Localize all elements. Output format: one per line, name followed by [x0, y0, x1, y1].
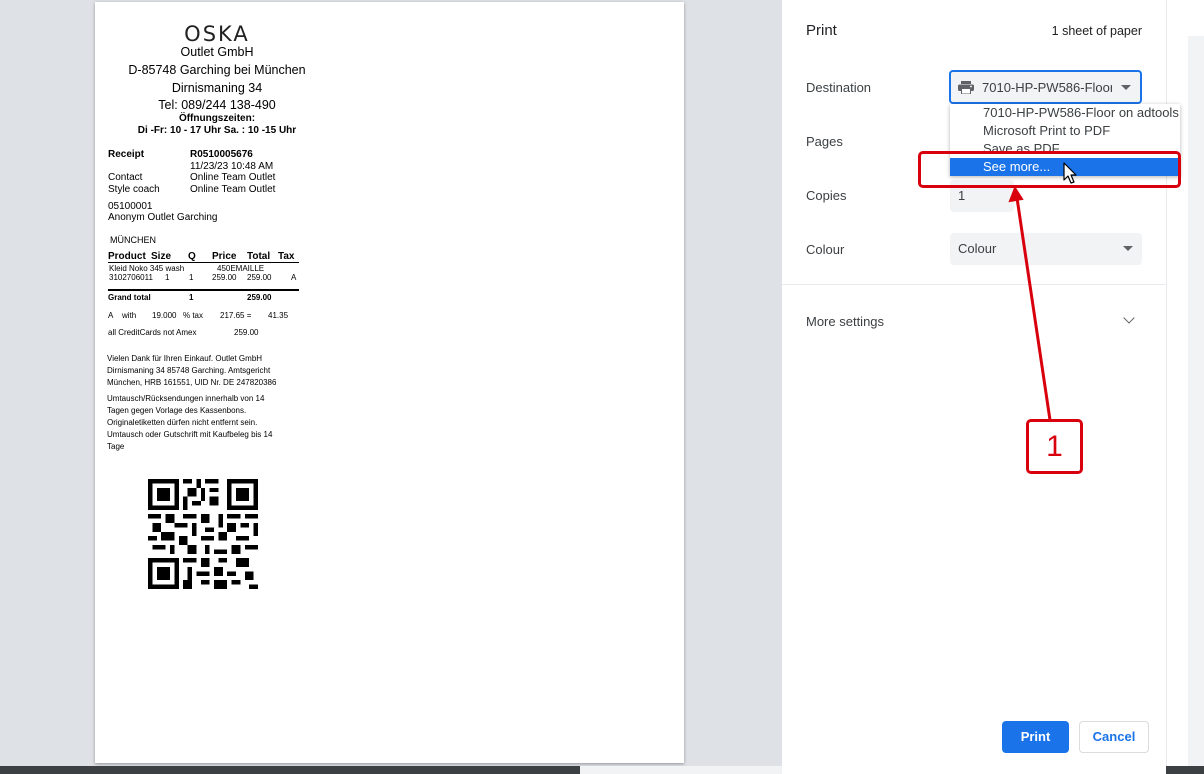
destination-value: 7010-HP-PW586-Floor on adtools: [982, 80, 1112, 95]
receipt-contact-label: Contact: [108, 172, 143, 183]
chevron-down-icon: [1121, 85, 1131, 90]
receipt-header-line: D-85748 Garching bei München: [128, 63, 306, 77]
receipt-footer-line: Umtausch/Rücksendungen innerhalb von 14: [107, 394, 265, 403]
cancel-button[interactable]: Cancel: [1079, 721, 1149, 753]
receipt-tax-cat: A: [108, 311, 114, 320]
panel-title: Print: [806, 22, 837, 39]
receipt-item-tax: A: [291, 273, 297, 282]
destination-option-printer[interactable]: 7010-HP-PW586-Floor on adtools: [950, 104, 1180, 122]
receipt-col-total: Total: [247, 251, 271, 262]
receipt-qr-code: [148, 479, 258, 589]
receipt-tax-net: 217.65 =: [220, 311, 252, 320]
receipt-col-product: Product: [108, 251, 146, 262]
receipt-item-qty: 1: [189, 273, 194, 282]
receipt-page-preview: OSKA Outlet GmbH D-85748 Garching bei Mü…: [95, 2, 684, 763]
scrollbar[interactable]: [1188, 36, 1204, 766]
receipt-logo: OSKA: [184, 22, 250, 46]
receipt-label: Receipt: [108, 149, 145, 160]
receipt-col-price: Price: [212, 251, 237, 262]
receipt-footer-line: Umtausch oder Gutschrift mit Kaufbeleg b…: [107, 430, 273, 439]
receipt-grand-total-qty: 1: [189, 293, 194, 302]
receipt-datetime: 11/23/23 10:48 AM: [190, 161, 274, 172]
receipt-customer-name: Anonym Outlet Garching: [108, 212, 218, 223]
receipt-coach-label: Style coach: [108, 184, 160, 195]
receipt-tax-rate: 19.000: [152, 311, 177, 320]
receipt-hours-title: Öffnungszeiten:: [178, 113, 256, 124]
receipt-number: R0510005676: [190, 149, 253, 160]
receipt-item-sku: 3102706011: [109, 273, 153, 282]
more-settings-toggle[interactable]: More settings: [806, 314, 884, 329]
receipt-item-name: Kleid Noko 345 wash: [109, 264, 185, 273]
copies-label: Copies: [806, 188, 847, 203]
receipt-payment-label: all CreditCards not Amex: [108, 328, 197, 337]
chevron-down-icon: [1123, 246, 1133, 251]
receipt-footer-line: Dirnismaning 34 85748 Garching. Amtsgeri…: [107, 366, 271, 375]
receipt-footer-line: Tagen gegen Vorlage des Kassenbons.: [107, 406, 247, 415]
destination-option-ms-pdf[interactable]: Microsoft Print to PDF: [950, 122, 1180, 140]
section-divider: [782, 284, 1166, 285]
sheet-count: 1 sheet of paper: [1051, 24, 1142, 38]
receipt-city: MÜNCHEN: [110, 235, 156, 245]
colour-label: Colour: [806, 242, 845, 257]
annotation-callout: 1: [1026, 419, 1083, 474]
receipt-item-total: 259.00: [247, 273, 272, 282]
chevron-down-icon[interactable]: [1123, 312, 1135, 324]
receipt-footer-line: Vielen Dank für Ihren Einkauf. Outlet Gm…: [107, 354, 263, 363]
annotation-highlight-box: [918, 151, 1181, 188]
receipt-col-qty: Q: [188, 251, 196, 262]
pages-label: Pages: [806, 134, 843, 149]
receipt-payment-value: 259.00: [234, 328, 259, 337]
receipt-contact-value: Online Team Outlet: [190, 172, 276, 183]
receipt-total-rule: [108, 289, 299, 291]
receipt-grand-total-value: 259.00: [247, 293, 272, 302]
colour-select[interactable]: Colour: [950, 233, 1142, 265]
receipt-hours: Di -Fr: 10 - 17 Uhr Sa. : 10 -15 Uhr: [137, 125, 297, 136]
receipt-item-size: 1: [165, 273, 170, 282]
receipt-item-price: 259.00: [212, 273, 237, 282]
print-preview-area: OSKA Outlet GmbH D-85748 Garching bei Mü…: [0, 0, 780, 774]
receipt-header-line: Tel: 089/244 138-490: [158, 98, 276, 112]
receipt-footer-line: Tage: [107, 442, 125, 451]
receipt-tax-percent: % tax: [183, 311, 204, 320]
print-button[interactable]: Print: [1002, 721, 1069, 753]
receipt-tax-with: with: [122, 311, 137, 320]
receipt-grand-total-label: Grand total: [108, 293, 151, 302]
receipt-item-color: 450EMAILLE: [217, 264, 265, 273]
receipt-col-size: Size: [151, 251, 172, 262]
colour-value: Colour: [958, 241, 997, 256]
receipt-coach-value: Online Team Outlet: [190, 184, 276, 195]
receipt-header-line: Outlet GmbH: [180, 45, 254, 59]
destination-select[interactable]: 7010-HP-PW586-Floor on adtools: [949, 70, 1142, 104]
receipt-tax-amount: 41.35: [268, 311, 289, 320]
receipt-footer-line: Originaletiketten dürfen nicht entfernt …: [107, 418, 258, 427]
receipt-footer-line: München, HRB 161551, UID Nr. DE 24782038…: [107, 378, 277, 387]
destination-label: Destination: [806, 80, 872, 95]
receipt-col-tax: Tax: [278, 251, 295, 262]
printer-icon: [958, 81, 974, 94]
receipt-header-line: Dirnismaning 34: [171, 81, 263, 95]
receipt-header-rule: [108, 262, 299, 263]
copies-value: 1: [958, 188, 966, 203]
receipt-customer-number: 05100001: [108, 201, 153, 212]
mouse-cursor-icon: [1063, 162, 1077, 184]
